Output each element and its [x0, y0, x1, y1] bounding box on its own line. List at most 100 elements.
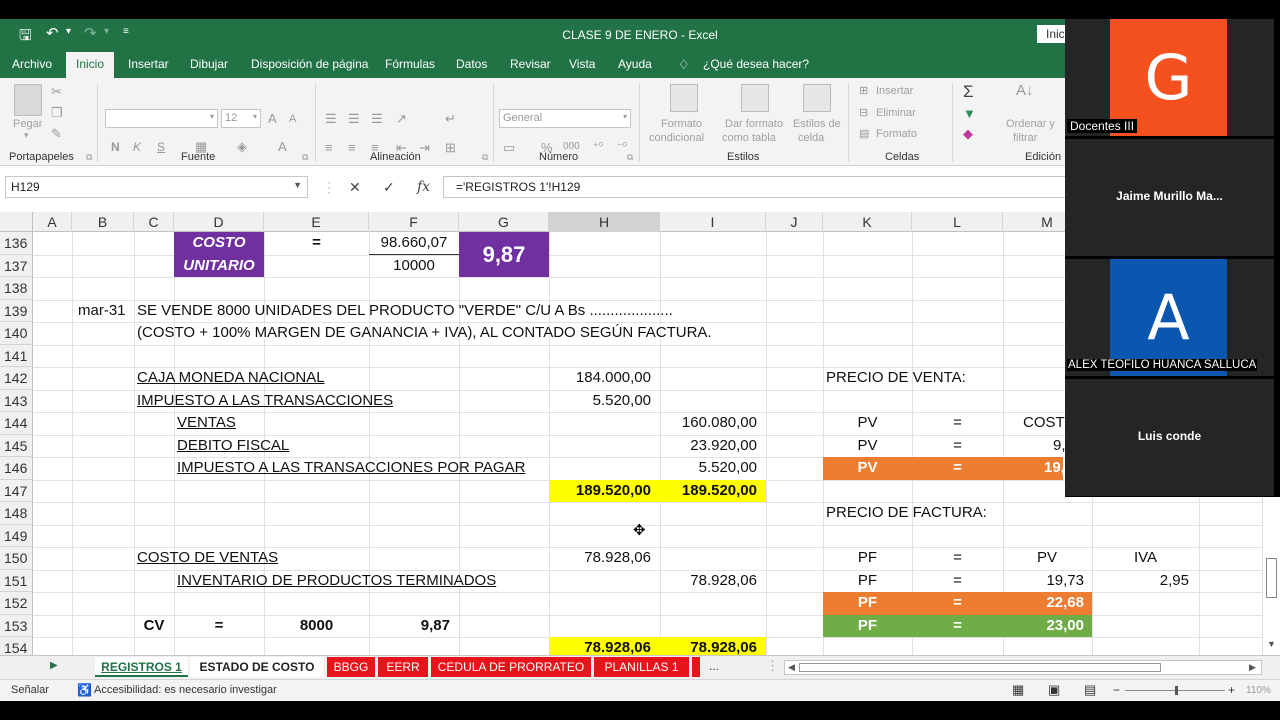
- col-header-b[interactable]: B: [72, 212, 134, 232]
- tab-archivo[interactable]: Archivo: [12, 57, 52, 71]
- page-layout-icon[interactable]: ▣: [1048, 682, 1060, 698]
- cell-m151[interactable]: 19,73: [1003, 570, 1084, 593]
- cell-m150[interactable]: PV: [1003, 547, 1057, 570]
- cell-l152[interactable]: =: [912, 592, 1003, 615]
- row-header[interactable]: 148: [0, 502, 33, 525]
- cell-c143[interactable]: IMPUESTO A LAS TRANSACCIONES: [137, 390, 393, 413]
- sheet-tab-bbgg[interactable]: BBGG: [327, 657, 375, 677]
- cell-c140[interactable]: (COSTO + 100% MARGEN DE GANANCIA + IVA),…: [137, 322, 712, 345]
- row-header[interactable]: 152: [0, 592, 33, 615]
- tab-inicio[interactable]: Inicio: [66, 52, 115, 78]
- cell-c139[interactable]: SE VENDE 8000 UNIDADES DEL PRODUCTO "VER…: [137, 300, 673, 323]
- cell-i154[interactable]: 78.928,06: [660, 637, 757, 655]
- delete-cells-icon[interactable]: ⊟: [859, 106, 868, 119]
- cell-styles-button-line2[interactable]: celda: [798, 132, 824, 144]
- cell-d151[interactable]: INVENTARIO DE PRODUCTOS TERMINADOS: [177, 570, 496, 593]
- sheet-tab-eerr[interactable]: EERR: [378, 657, 428, 677]
- col-header-i[interactable]: I: [660, 212, 766, 232]
- sort-filter-icon[interactable]: A↓: [1016, 82, 1034, 99]
- cell-d153[interactable]: =: [174, 615, 264, 638]
- conditional-format-button-line1[interactable]: Formato: [661, 118, 702, 130]
- row-header[interactable]: 141: [0, 344, 33, 367]
- cell-k145[interactable]: PV: [823, 435, 912, 458]
- row-header[interactable]: 140: [0, 322, 33, 345]
- row-header[interactable]: 144: [0, 412, 33, 435]
- cell-k144[interactable]: PV: [823, 412, 912, 435]
- autosum-icon[interactable]: Σ: [963, 82, 974, 102]
- conditional-format-icon[interactable]: [670, 84, 698, 112]
- scroll-left-icon[interactable]: ◀: [788, 662, 795, 673]
- cell-g136[interactable]: 9,87: [459, 232, 549, 277]
- col-header-c[interactable]: C: [134, 212, 174, 232]
- copy-icon[interactable]: ❐: [51, 105, 63, 121]
- increase-decimal-icon[interactable]: ⁺⁰: [593, 140, 603, 153]
- cell-i145[interactable]: 23.920,00: [660, 435, 757, 458]
- insert-cells-icon[interactable]: ⊞: [859, 84, 868, 97]
- wrap-text-icon[interactable]: ↵: [445, 111, 456, 127]
- cell-l144[interactable]: =: [912, 412, 1003, 435]
- cell-f137[interactable]: 10000: [369, 255, 459, 278]
- format-as-table-button-line1[interactable]: Dar formato: [725, 118, 783, 130]
- row-header[interactable]: 137: [0, 254, 33, 277]
- tab-split-handle[interactable]: ⋮: [766, 658, 779, 674]
- cell-l151[interactable]: =: [912, 570, 1003, 593]
- cell-k153[interactable]: PF: [823, 615, 912, 638]
- col-header-f[interactable]: F: [369, 212, 459, 232]
- sheet-tab-planillas-1[interactable]: PLANILLAS 1: [594, 657, 689, 677]
- fill-icon[interactable]: ▼: [963, 106, 976, 121]
- vertical-scroll-thumb[interactable]: [1266, 558, 1277, 598]
- tab-disposicion[interactable]: Disposición de página: [251, 57, 368, 71]
- col-header-h[interactable]: H: [549, 212, 660, 232]
- cell-m153[interactable]: 23,00: [1003, 615, 1084, 638]
- page-break-icon[interactable]: ▤: [1084, 682, 1096, 698]
- tell-me-search[interactable]: ¿Qué desea hacer?: [703, 57, 809, 71]
- number-launcher-icon[interactable]: ⧉: [627, 152, 633, 163]
- cell-h143[interactable]: 5.520,00: [549, 390, 651, 413]
- zoom-in-icon[interactable]: +: [1228, 683, 1235, 697]
- cell-k152[interactable]: PF: [823, 592, 912, 615]
- merge-center-icon[interactable]: ⊞: [445, 140, 456, 156]
- insert-cells-button[interactable]: Insertar: [876, 85, 913, 97]
- tab-dibujar[interactable]: Dibujar: [190, 57, 228, 71]
- accounting-format-icon[interactable]: ▭: [503, 140, 515, 156]
- row-header[interactable]: 145: [0, 434, 33, 457]
- fill-color-icon[interactable]: ◈: [237, 139, 247, 155]
- sheet-tab-partial[interactable]: [692, 657, 700, 677]
- next-sheet-icon[interactable]: ▶: [50, 660, 58, 671]
- cell-c150[interactable]: COSTO DE VENTAS: [137, 547, 278, 570]
- tab-datos[interactable]: Datos: [456, 57, 487, 71]
- bold-button[interactable]: N: [111, 140, 120, 154]
- clear-icon[interactable]: ◆: [963, 126, 973, 142]
- col-header-a[interactable]: A: [33, 212, 72, 232]
- paste-button[interactable]: Pegar: [13, 118, 42, 130]
- align-bottom-icon[interactable]: ☰: [371, 111, 383, 127]
- format-painter-icon[interactable]: ✎: [51, 126, 62, 142]
- cell-l153[interactable]: =: [912, 615, 1003, 638]
- cell-i146[interactable]: 5.520,00: [660, 457, 757, 480]
- cell-d137[interactable]: UNITARIO: [174, 255, 264, 278]
- increase-font-icon[interactable]: A: [268, 111, 277, 126]
- cell-e136[interactable]: =: [264, 232, 369, 255]
- row-header[interactable]: 147: [0, 479, 33, 502]
- scroll-right-icon[interactable]: ▶: [1249, 662, 1256, 673]
- cut-icon[interactable]: ✂: [51, 84, 62, 100]
- cell-h154[interactable]: 78.928,06: [549, 637, 651, 655]
- cell-d146[interactable]: IMPUESTO A LAS TRANSACCIONES POR PAGAR: [177, 457, 525, 480]
- align-top-icon[interactable]: ☰: [325, 111, 337, 127]
- cell-k146[interactable]: PV: [823, 457, 912, 480]
- cell-c153[interactable]: CV: [134, 615, 174, 638]
- cell-k148[interactable]: PRECIO DE FACTURA:: [826, 502, 987, 525]
- cell-k142[interactable]: PRECIO DE VENTA:: [826, 367, 966, 390]
- cell-c142[interactable]: CAJA MONEDA NACIONAL: [137, 367, 325, 390]
- row-header[interactable]: 146: [0, 457, 33, 480]
- decrease-font-icon[interactable]: A: [289, 113, 296, 125]
- cell-h150[interactable]: 78.928,06: [549, 547, 651, 570]
- cell-e153[interactable]: 8000: [264, 615, 369, 638]
- sheet-tab-cedula-prorrateo[interactable]: CEDULA DE PRORRATEO: [431, 657, 591, 677]
- format-as-table-button-line2[interactable]: como tabla: [722, 132, 776, 144]
- name-box-dropdown-icon[interactable]: ▼: [293, 180, 302, 190]
- col-header-g[interactable]: G: [459, 212, 549, 232]
- row-header[interactable]: 150: [0, 547, 33, 570]
- row-header[interactable]: 143: [0, 389, 33, 412]
- zoom-slider-thumb[interactable]: [1175, 686, 1178, 695]
